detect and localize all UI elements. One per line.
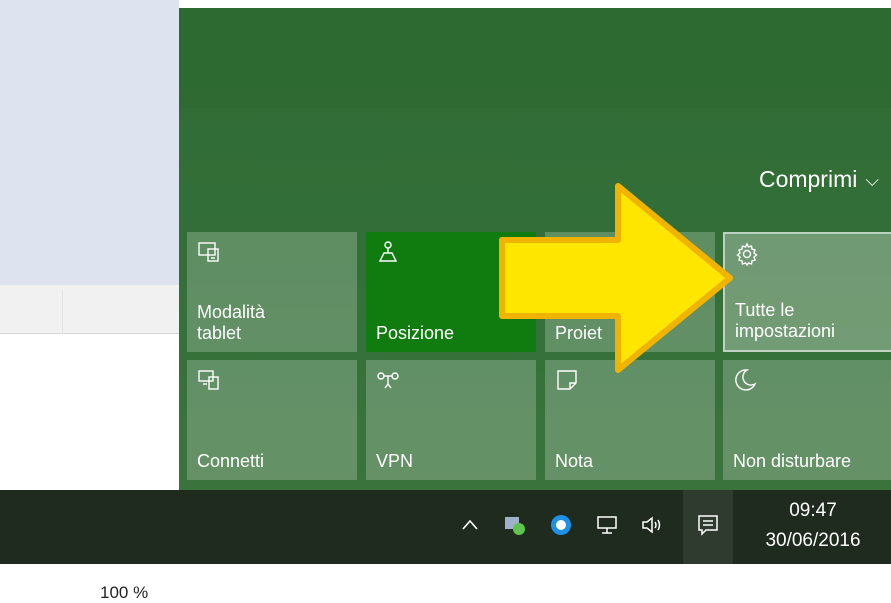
tile-do-not-disturb[interactable]: Non disturbare (723, 360, 891, 480)
tile-label: VPN (376, 451, 414, 471)
status-bar: 100 % (0, 285, 179, 602)
notification-icon[interactable] (693, 510, 723, 540)
tile-label: Modalità tablet (197, 302, 266, 343)
zoom-level[interactable]: 100 % (100, 583, 148, 603)
tile-label: Non disturbare (733, 451, 852, 471)
tile-label: Nota (555, 451, 594, 471)
tile-label: Connetti (197, 451, 265, 471)
chevron-up-icon[interactable] (455, 510, 485, 540)
collapse-label: Comprimi (758, 166, 858, 192)
tile-vpn[interactable]: VPN (366, 360, 536, 480)
vpn-icon (377, 372, 399, 389)
location-icon (378, 241, 398, 262)
network-icon[interactable] (592, 510, 622, 540)
tile-all-settings[interactable]: Tutte le impostazioni (723, 232, 891, 352)
tile-note[interactable]: Nota (545, 360, 715, 480)
background-app-window: 100 % (0, 0, 179, 602)
panel-header-band (179, 8, 891, 108)
clock-time: 09:47 (789, 500, 837, 521)
tile-connect[interactable]: Connetti (187, 360, 357, 480)
tablet-mode-icon (198, 242, 219, 262)
volume-icon[interactable] (638, 510, 668, 540)
document-area (0, 0, 179, 285)
collapse-button[interactable]: Comprimi ⌵ (759, 166, 879, 193)
status-divider (62, 290, 63, 334)
tile-label: Tutte le impostazioni (735, 300, 836, 341)
chevron-down-icon: ⌵ (865, 170, 879, 190)
clock-date: 30/06/2016 (765, 530, 861, 551)
skype-icon[interactable] (546, 510, 576, 540)
connect-icon (198, 370, 219, 390)
app-tray-icon[interactable] (500, 510, 530, 540)
yellow-arrow-annotation (499, 183, 733, 373)
tile-label: Posizione (376, 323, 455, 343)
tile-tablet-mode[interactable]: Modalità tablet (187, 232, 357, 352)
taskbar: 09:47 30/06/2016 (0, 490, 891, 564)
taskbar-clock[interactable]: 09:47 30/06/2016 (738, 490, 888, 564)
gear-icon (736, 242, 758, 266)
